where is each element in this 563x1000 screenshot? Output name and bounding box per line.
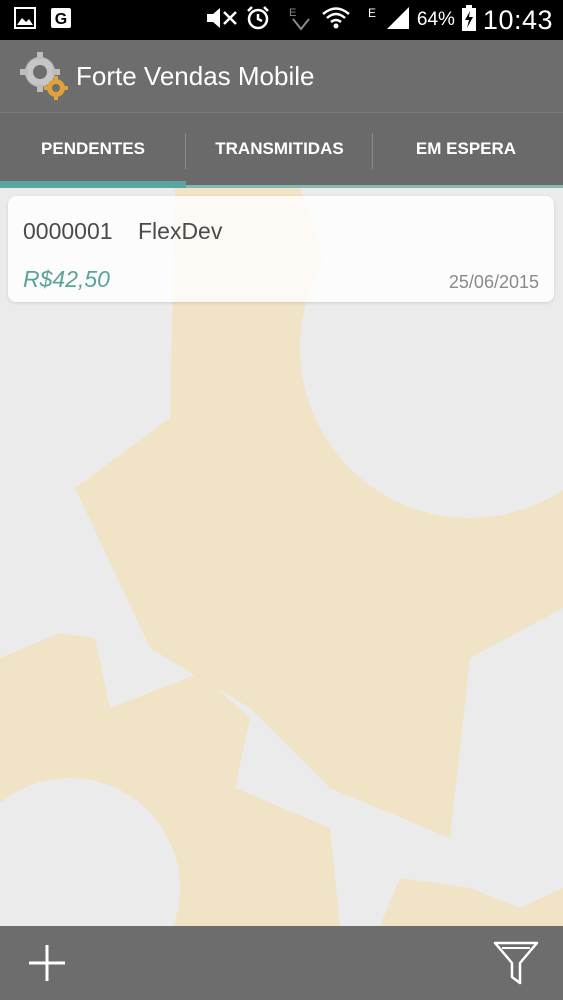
alarm-icon: [245, 5, 271, 36]
gallery-icon: [14, 6, 36, 34]
tab-em-espera[interactable]: EM ESPERA: [373, 113, 559, 185]
order-date: 25/06/2015: [448, 272, 539, 292]
filter-icon: [493, 941, 539, 985]
add-button[interactable]: [22, 938, 72, 988]
order-code: 0000001: [23, 218, 113, 244]
tab-label: TRANSMITIDAS: [215, 139, 344, 158]
plus-icon: [29, 945, 65, 981]
g-app-icon: G: [50, 7, 72, 34]
tab-label: EM ESPERA: [415, 139, 517, 158]
svg-text:E: E: [289, 7, 296, 19]
bottom-action-bar: [0, 926, 563, 1000]
order-client: FlexDev: [138, 218, 223, 244]
app-title: Forte Vendas Mobile: [76, 60, 315, 91]
cell-signal-icon: [385, 5, 411, 36]
order-card[interactable]: 0000001 FlexDev R$42,50 25/06/2015: [8, 196, 554, 302]
mute-icon: [203, 5, 239, 36]
edge-network-icon: E: [367, 5, 379, 36]
order-value: R$42,50: [23, 266, 110, 292]
orders-list-area: 0000001 FlexDev R$42,50 25/06/2015: [0, 188, 563, 926]
tab-bar: PENDENTES TRANSMITIDAS EM ESPERA: [0, 112, 563, 188]
filter-button[interactable]: [491, 938, 541, 988]
battery-charging-icon: [461, 4, 477, 37]
svg-text:E: E: [368, 6, 376, 20]
status-bar: G E E 64% 10:43: [0, 0, 563, 40]
svg-text:G: G: [55, 11, 67, 28]
tab-label: PENDENTES: [41, 139, 145, 158]
gears-logo-icon[interactable]: [18, 50, 70, 102]
signal-arrows-icon: E: [287, 5, 315, 36]
wifi-icon: [321, 5, 351, 36]
battery-percentage: 64%: [416, 9, 455, 30]
tab-pendentes[interactable]: PENDENTES: [0, 113, 186, 188]
clock-time: 10:43: [482, 4, 553, 35]
action-bar: Forte Vendas Mobile: [0, 40, 563, 112]
tab-transmitidas[interactable]: TRANSMITIDAS: [186, 113, 373, 185]
